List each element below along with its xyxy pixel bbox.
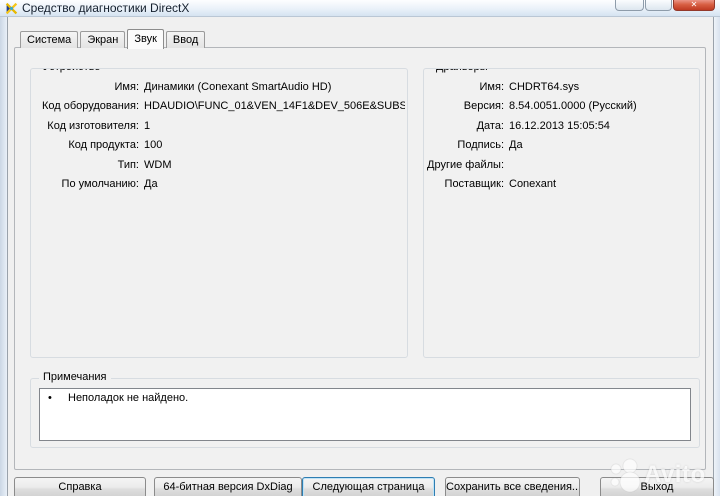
field-label: Код изготовителя:: [47, 119, 139, 132]
field-value: 8.54.0051.0000 (Русский): [509, 100, 637, 113]
device-group-title: Устройство: [39, 69, 105, 73]
tab-system[interactable]: Система: [20, 31, 79, 48]
save-all-info-button[interactable]: Сохранить все сведения...: [445, 477, 580, 496]
field-label: Тип:: [117, 158, 139, 171]
maximize-button[interactable]: [645, 0, 672, 11]
help-button[interactable]: Справка: [14, 477, 146, 496]
field-label: Поставщик:: [444, 178, 504, 191]
field-value: WDM: [144, 158, 172, 171]
notes-group-title: Примечания: [39, 371, 111, 383]
driver-row-other-files: Другие файлы:: [424, 155, 697, 175]
notes-listbox[interactable]: • Неполадок не найдено.: [39, 388, 691, 441]
device-rows: Имя: Динамики (Conexant SmartAudio HD) К…: [31, 77, 405, 194]
window-controls: ✕: [614, 0, 715, 11]
dxdiag-64bit-button[interactable]: 64-битная версия DxDiag: [154, 477, 302, 496]
driver-row-name: Имя: CHDRT64.sys: [424, 77, 697, 97]
device-row-name: Имя: Динамики (Conexant SmartAudio HD): [31, 77, 405, 97]
tab-sound[interactable]: Звук: [127, 29, 164, 49]
tab-input[interactable]: Ввод: [165, 31, 206, 48]
field-label: Имя:: [479, 80, 504, 93]
driver-row-provider: Поставщик: Conexant: [424, 175, 697, 195]
field-value: Динамики (Conexant SmartAudio HD): [144, 80, 332, 93]
field-label: Код оборудования:: [41, 100, 139, 113]
field-value: Conexant: [509, 178, 557, 191]
field-value: 16.12.2013 15:05:54: [509, 119, 610, 132]
field-value: Да: [509, 139, 523, 152]
tab-display[interactable]: Экран: [80, 31, 126, 48]
next-page-button[interactable]: Следующая страница: [302, 477, 435, 496]
field-value: HDAUDIO\FUNC_01&VEN_14F1&DEV_506E&SUBSY: [144, 100, 405, 113]
drivers-groupbox: Драйверы Имя: CHDRT64.sys Версия: 8.54.0…: [423, 68, 700, 358]
device-row-hwid: Код оборудования: HDAUDIO\FUNC_01&VEN_14…: [31, 97, 405, 117]
field-label: Имя:: [114, 80, 139, 93]
field-label: Дата:: [476, 119, 504, 132]
field-value: CHDRT64.sys: [509, 80, 580, 93]
device-row-default: По умолчанию: Да: [31, 175, 405, 195]
field-label: Версия:: [463, 100, 504, 113]
field-label: По умолчанию:: [61, 178, 139, 191]
device-groupbox: Устройство Имя: Динамики (Conexant Smart…: [30, 68, 408, 358]
field-label: Другие файлы:: [427, 158, 504, 171]
field-value: 100: [144, 139, 163, 152]
driver-row-date: Дата: 16.12.2013 15:05:54: [424, 116, 697, 136]
close-button[interactable]: ✕: [673, 0, 715, 11]
driver-row-signed: Подпись: Да: [424, 136, 697, 156]
field-value: 1: [144, 119, 151, 132]
drivers-rows: Имя: CHDRT64.sys Версия: 8.54.0051.0000 …: [424, 77, 697, 194]
tab-strip: Система Экран Звук Ввод: [20, 29, 207, 49]
field-label: Подпись:: [457, 139, 504, 152]
device-row-product-id: Код продукта: 100: [31, 136, 405, 156]
minimize-button[interactable]: [615, 0, 644, 11]
exit-button[interactable]: Выход: [600, 477, 714, 496]
driver-row-version: Версия: 8.54.0051.0000 (Русский): [424, 97, 697, 117]
note-item: • Неполадок не найдено.: [40, 389, 690, 404]
field-value: Да: [144, 178, 158, 191]
window-edge-left: [0, 17, 7, 496]
window-title: Средство диагностики DirectX: [22, 1, 190, 15]
notes-groupbox: Примечания • Неполадок не найдено.: [30, 371, 700, 448]
window-edge-right: [714, 17, 720, 496]
note-text: Неполадок не найдено.: [68, 392, 189, 404]
title-bar[interactable]: Средство диагностики DirectX ✕: [0, 0, 720, 17]
drivers-group-title: Драйверы: [432, 69, 492, 73]
dxdiag-window: Средство диагностики DirectX ✕ Система Э…: [0, 0, 720, 496]
field-label: Код продукта:: [68, 139, 139, 152]
device-row-type: Тип: WDM: [31, 155, 405, 175]
bullet-icon: •: [48, 392, 52, 404]
device-row-vendor-id: Код изготовителя: 1: [31, 116, 405, 136]
directx-icon: [5, 2, 18, 15]
